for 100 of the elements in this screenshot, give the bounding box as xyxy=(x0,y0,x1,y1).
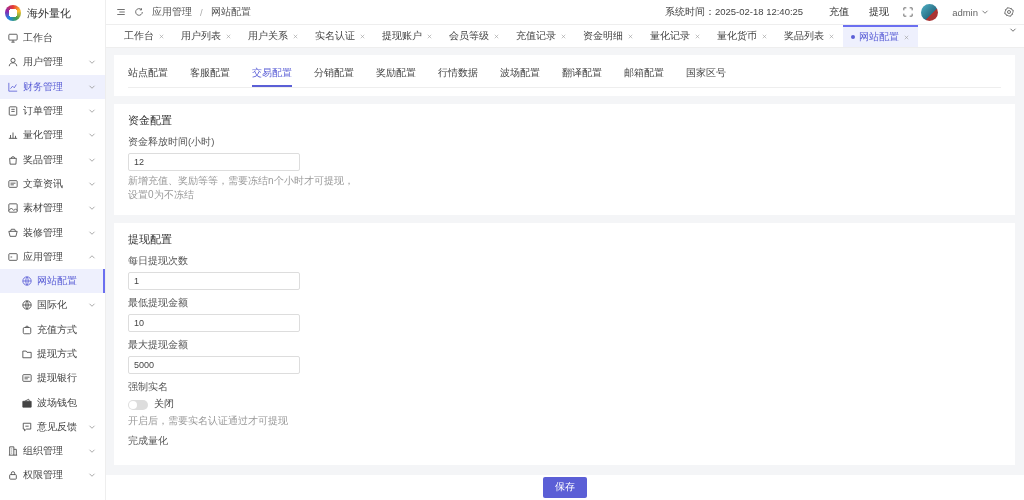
basket-icon xyxy=(8,227,18,238)
header-link[interactable]: 充值 xyxy=(823,5,856,19)
sidebar-subitem[interactable]: 波场钱包 xyxy=(0,390,105,415)
config-tab[interactable]: 奖励配置 xyxy=(376,67,416,87)
sidebar-item[interactable]: 订单管理 xyxy=(0,98,105,124)
close-icon xyxy=(225,32,232,40)
sidebar-item[interactable]: 量化管理 xyxy=(0,123,105,148)
globe-icon xyxy=(22,300,32,311)
page-tab[interactable]: 工作台 xyxy=(116,25,173,47)
sidebar-item[interactable]: 奖品管理 xyxy=(0,147,105,172)
field-label: 最低提现金额 xyxy=(128,297,188,310)
page-tab[interactable]: 资金明细 xyxy=(575,25,642,47)
config-tab[interactable]: 翻译配置 xyxy=(562,67,602,87)
input-field[interactable]: 5000 xyxy=(128,356,300,374)
image-icon xyxy=(8,203,18,214)
breadcrumb-item[interactable]: 应用管理 xyxy=(152,5,192,19)
sidebar-item[interactable]: 用户管理 xyxy=(0,50,105,75)
page-tab[interactable]: 提现账户 xyxy=(374,25,441,47)
bars-icon xyxy=(8,130,18,141)
config-tab[interactable]: 行情数据 xyxy=(438,67,478,87)
page-tab[interactable]: 量化货币 xyxy=(709,25,776,47)
page-tab[interactable]: 实名认证 xyxy=(307,25,374,47)
close-icon xyxy=(359,32,366,40)
section-title: 提现配置 xyxy=(128,233,173,247)
config-tab[interactable]: 分销配置 xyxy=(314,67,354,87)
field-label: 完成量化 xyxy=(128,435,168,448)
document-icon xyxy=(8,106,18,117)
field-label: 每日提现次数 xyxy=(128,255,188,268)
toggle-switch[interactable] xyxy=(128,399,148,410)
sidebar-item[interactable]: 财务管理 xyxy=(0,74,105,99)
config-tab[interactable]: 波场配置 xyxy=(500,67,540,87)
sidebar-subitem[interactable]: 意见反馈 xyxy=(0,414,105,440)
input-field[interactable]: 10 xyxy=(128,314,300,332)
sidebar-item[interactable]: 工作台 xyxy=(0,26,105,51)
system-time: 系统时间：2025-02-18 12:40:25 xyxy=(664,5,804,19)
sidebar-item[interactable]: 素材管理 xyxy=(0,196,105,221)
logo-icon xyxy=(5,5,21,21)
field-label: 最大提现金额 xyxy=(128,339,188,352)
sidebar-subitem[interactable]: 充值方式 xyxy=(0,317,105,342)
close-icon xyxy=(903,33,910,41)
save-button[interactable]: 保存 xyxy=(543,477,587,498)
card-icon xyxy=(22,373,32,384)
sidebar-item[interactable]: 应用管理 xyxy=(0,244,105,269)
settings-button[interactable] xyxy=(1004,7,1014,17)
menu-button[interactable] xyxy=(116,7,126,17)
page-tab[interactable]: 量化记录 xyxy=(642,25,709,47)
close-icon xyxy=(828,32,835,40)
sidebar-item[interactable]: 装修管理 xyxy=(0,220,105,245)
field-label: 资金释放时间(小时) xyxy=(128,136,215,149)
refresh-button[interactable] xyxy=(134,7,144,17)
input-field[interactable]: 12 xyxy=(128,153,300,171)
refresh-icon xyxy=(134,7,144,17)
avatar[interactable] xyxy=(921,3,939,21)
building-icon xyxy=(8,446,18,457)
switch-state: 关闭 xyxy=(154,398,174,411)
config-tab[interactable]: 邮箱配置 xyxy=(624,67,664,87)
page-tab[interactable]: 用户列表 xyxy=(173,25,240,47)
folder-icon xyxy=(22,349,32,359)
config-tab[interactable]: 站点配置 xyxy=(128,67,168,87)
close-icon xyxy=(694,32,701,40)
page-tab[interactable]: 充值记录 xyxy=(508,25,575,47)
sidebar-subitem[interactable]: 提现银行 xyxy=(0,366,105,391)
app-name: 海外量化 xyxy=(27,5,71,21)
dot-icon xyxy=(851,35,855,39)
section-title: 资金配置 xyxy=(128,114,173,128)
help-text: 新增充值、奖励等等，需要冻结n个小时才可提现，设置0为不冻结 xyxy=(128,174,355,202)
config-tab[interactable]: 交易配置 xyxy=(252,67,292,87)
input-field[interactable]: 1 xyxy=(128,272,300,290)
card-icon xyxy=(8,178,18,189)
close-icon xyxy=(426,32,433,40)
page-tab[interactable]: 用户关系 xyxy=(240,25,307,47)
sidebar-item[interactable]: 文章资讯 xyxy=(0,171,105,197)
config-tab[interactable]: 国家区号 xyxy=(686,67,726,87)
close-icon xyxy=(292,32,299,40)
settings-icon xyxy=(1004,7,1014,17)
close-icon xyxy=(493,32,500,40)
chart-icon xyxy=(8,81,18,92)
breadcrumb-item: 网站配置 xyxy=(210,5,251,19)
header-link[interactable]: 提现 xyxy=(863,5,896,19)
wallet-icon xyxy=(22,397,32,408)
page-tab[interactable]: 网站配置 xyxy=(843,25,918,47)
globe-icon xyxy=(22,276,32,287)
window-icon xyxy=(8,251,18,262)
sidebar-subitem[interactable]: 提现方式 xyxy=(0,341,105,367)
help-text: 开启后，需要实名认证通过才可提现 xyxy=(128,414,289,428)
sidebar-item[interactable]: 组织管理 xyxy=(0,439,105,464)
menu-icon xyxy=(116,7,126,17)
sidebar-item[interactable]: 权限管理 xyxy=(0,463,105,488)
close-icon xyxy=(560,32,567,40)
close-icon xyxy=(627,32,634,40)
user-menu[interactable]: admin xyxy=(946,5,996,19)
person-icon xyxy=(8,57,18,68)
sidebar-subitem[interactable]: 国际化 xyxy=(0,293,105,318)
config-tab[interactable]: 客服配置 xyxy=(190,67,230,87)
page-tab[interactable]: 奖品列表 xyxy=(776,25,843,47)
breadcrumb-separator: / xyxy=(200,6,203,18)
sidebar-subitem[interactable]: 网站配置 xyxy=(0,268,105,294)
fullscreen-button[interactable] xyxy=(903,7,914,17)
bag-icon xyxy=(8,154,18,165)
page-tab[interactable]: 会员等级 xyxy=(441,25,508,47)
